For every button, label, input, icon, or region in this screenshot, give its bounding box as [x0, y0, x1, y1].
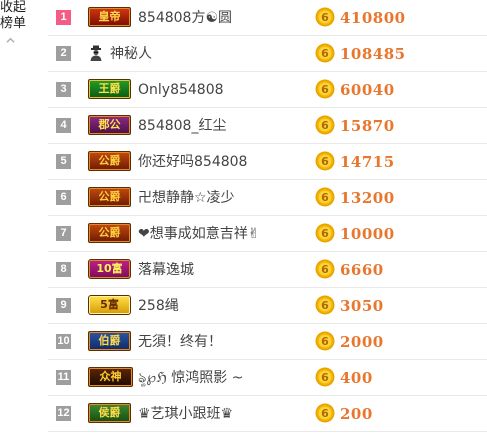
svg-text:6: 6	[321, 155, 329, 168]
gold-coin-icon: 6	[315, 223, 335, 243]
rank-number-badge: 11	[56, 370, 71, 385]
gold-coin-icon: 6	[315, 115, 335, 135]
rank-number-badge: 8	[56, 262, 71, 277]
svg-text:6: 6	[321, 47, 329, 60]
rank-title-badge: 公爵	[88, 187, 131, 207]
gold-coin-icon: 6	[315, 43, 335, 63]
gold-coin-icon: 6	[315, 403, 335, 423]
svg-text:6: 6	[321, 371, 329, 384]
ranking-row[interactable]: 6 公爵 卍想静静☆凌少 6 13200	[48, 180, 487, 216]
rank-title-badge: 侯爵	[88, 403, 131, 423]
gold-coin-icon: 6	[315, 151, 335, 171]
ranking-row[interactable]: 11 众神 ৡ℘ℌ 惊鸿照影 ~ 6 400	[48, 360, 487, 396]
ranking-row[interactable]: 4 郡公 854808_红尘 6 15870	[48, 108, 487, 144]
rank-title-badge: 公爵	[88, 151, 131, 171]
svg-text:6: 6	[321, 191, 329, 204]
ranking-list: 1 皇帝 854808方☯圆 6 410800 2 神秘人 6 108485 3 王爵 Only854…	[48, 0, 487, 432]
rank-number-badge: 5	[56, 154, 71, 169]
svg-text:6: 6	[321, 11, 329, 24]
rank-number-badge: 10	[56, 334, 71, 349]
svg-text:6: 6	[321, 227, 329, 240]
collapse-label-line1: 收起	[0, 0, 27, 15]
score-value: 15870	[340, 117, 395, 135]
collapse-ranking-button[interactable]: 收起 榜单	[0, 0, 34, 43]
rank-title-badge: 王爵	[88, 79, 131, 99]
user-name[interactable]: 你还好吗854808	[138, 153, 247, 171]
gold-coin-icon: 6	[315, 187, 335, 207]
rank-number-badge: 2	[56, 46, 71, 61]
score-value: 60040	[340, 81, 395, 99]
rank-title-badge: 皇帝	[88, 7, 131, 27]
ranking-row[interactable]: 8 10富 落幕逸城 6 6660	[48, 252, 487, 288]
rank-title-badge: 10富	[88, 259, 131, 279]
user-name[interactable]: ❤想事成如意吉祥✌	[138, 225, 259, 243]
user-name[interactable]: 神秘人	[110, 45, 152, 63]
chevron-up-icon	[6, 37, 15, 43]
ranking-row[interactable]: 1 皇帝 854808方☯圆 6 410800	[48, 0, 487, 36]
ranking-row[interactable]: 12 侯爵 ♛艺琪小跟班♛ 6 200	[48, 396, 487, 432]
gold-coin-icon: 6	[315, 79, 335, 99]
score-value: 10000	[340, 225, 395, 243]
collapse-label-line2: 榜单	[0, 16, 27, 31]
user-name[interactable]: 258绳	[138, 297, 179, 315]
score-value: 6660	[340, 261, 384, 279]
rank-number-badge: 4	[56, 118, 71, 133]
ranking-row[interactable]: 3 王爵 Only854808 6 60040	[48, 72, 487, 108]
rank-number-badge: 1	[56, 10, 71, 25]
rank-number-badge: 12	[56, 406, 71, 421]
rank-title-badge: 众神	[88, 367, 133, 387]
svg-text:6: 6	[321, 263, 329, 276]
svg-text:6: 6	[321, 407, 329, 420]
user-name[interactable]: ♛艺琪小跟班♛	[138, 405, 233, 423]
rank-number-badge: 7	[56, 226, 71, 241]
rank-title-badge: 公爵	[88, 223, 131, 243]
svg-text:6: 6	[321, 83, 329, 96]
rank-number-badge: 3	[56, 82, 71, 97]
rank-number-badge: 9	[56, 298, 71, 313]
gold-coin-icon: 6	[315, 367, 335, 387]
user-name[interactable]: 854808方☯圆	[138, 9, 232, 27]
score-value: 200	[340, 405, 373, 423]
gold-coin-icon: 6	[315, 295, 335, 315]
svg-text:6: 6	[321, 119, 329, 132]
ranking-row[interactable]: 10 伯爵 无須！终有！ 6 2000	[48, 324, 487, 360]
rank-title-badge: 郡公	[88, 115, 131, 135]
rank-title-badge: 伯爵	[88, 331, 131, 351]
rank-number-badge: 6	[56, 190, 71, 205]
user-name[interactable]: ৡ℘ℌ 惊鸿照影 ~	[138, 369, 243, 387]
user-name[interactable]: 卍想静静☆凌少	[138, 189, 235, 207]
score-value: 2000	[340, 333, 384, 351]
ranking-row[interactable]: 2 神秘人 6 108485	[48, 36, 487, 72]
score-value: 14715	[340, 153, 395, 171]
user-name[interactable]: 无須！终有！	[138, 333, 222, 351]
gold-coin-icon: 6	[315, 7, 335, 27]
ranking-row[interactable]: 5 公爵 你还好吗854808 6 14715	[48, 144, 487, 180]
rank-title-badge: 5富	[88, 295, 131, 315]
mystery-person-icon	[90, 45, 102, 61]
ranking-row[interactable]: 7 公爵 ❤想事成如意吉祥✌ 6 10000	[48, 216, 487, 252]
gold-coin-icon: 6	[315, 331, 335, 351]
svg-text:6: 6	[321, 299, 329, 312]
score-value: 410800	[340, 9, 406, 27]
score-value: 3050	[340, 297, 384, 315]
score-value: 400	[340, 369, 373, 387]
user-name[interactable]: 854808_红尘	[138, 117, 226, 135]
user-name[interactable]: 落幕逸城	[138, 261, 194, 279]
gold-coin-icon: 6	[315, 259, 335, 279]
user-name[interactable]: Only854808	[138, 81, 224, 99]
score-value: 108485	[340, 45, 406, 63]
svg-text:6: 6	[321, 335, 329, 348]
ranking-row[interactable]: 9 5富 258绳 6 3050	[48, 288, 487, 324]
score-value: 13200	[340, 189, 395, 207]
